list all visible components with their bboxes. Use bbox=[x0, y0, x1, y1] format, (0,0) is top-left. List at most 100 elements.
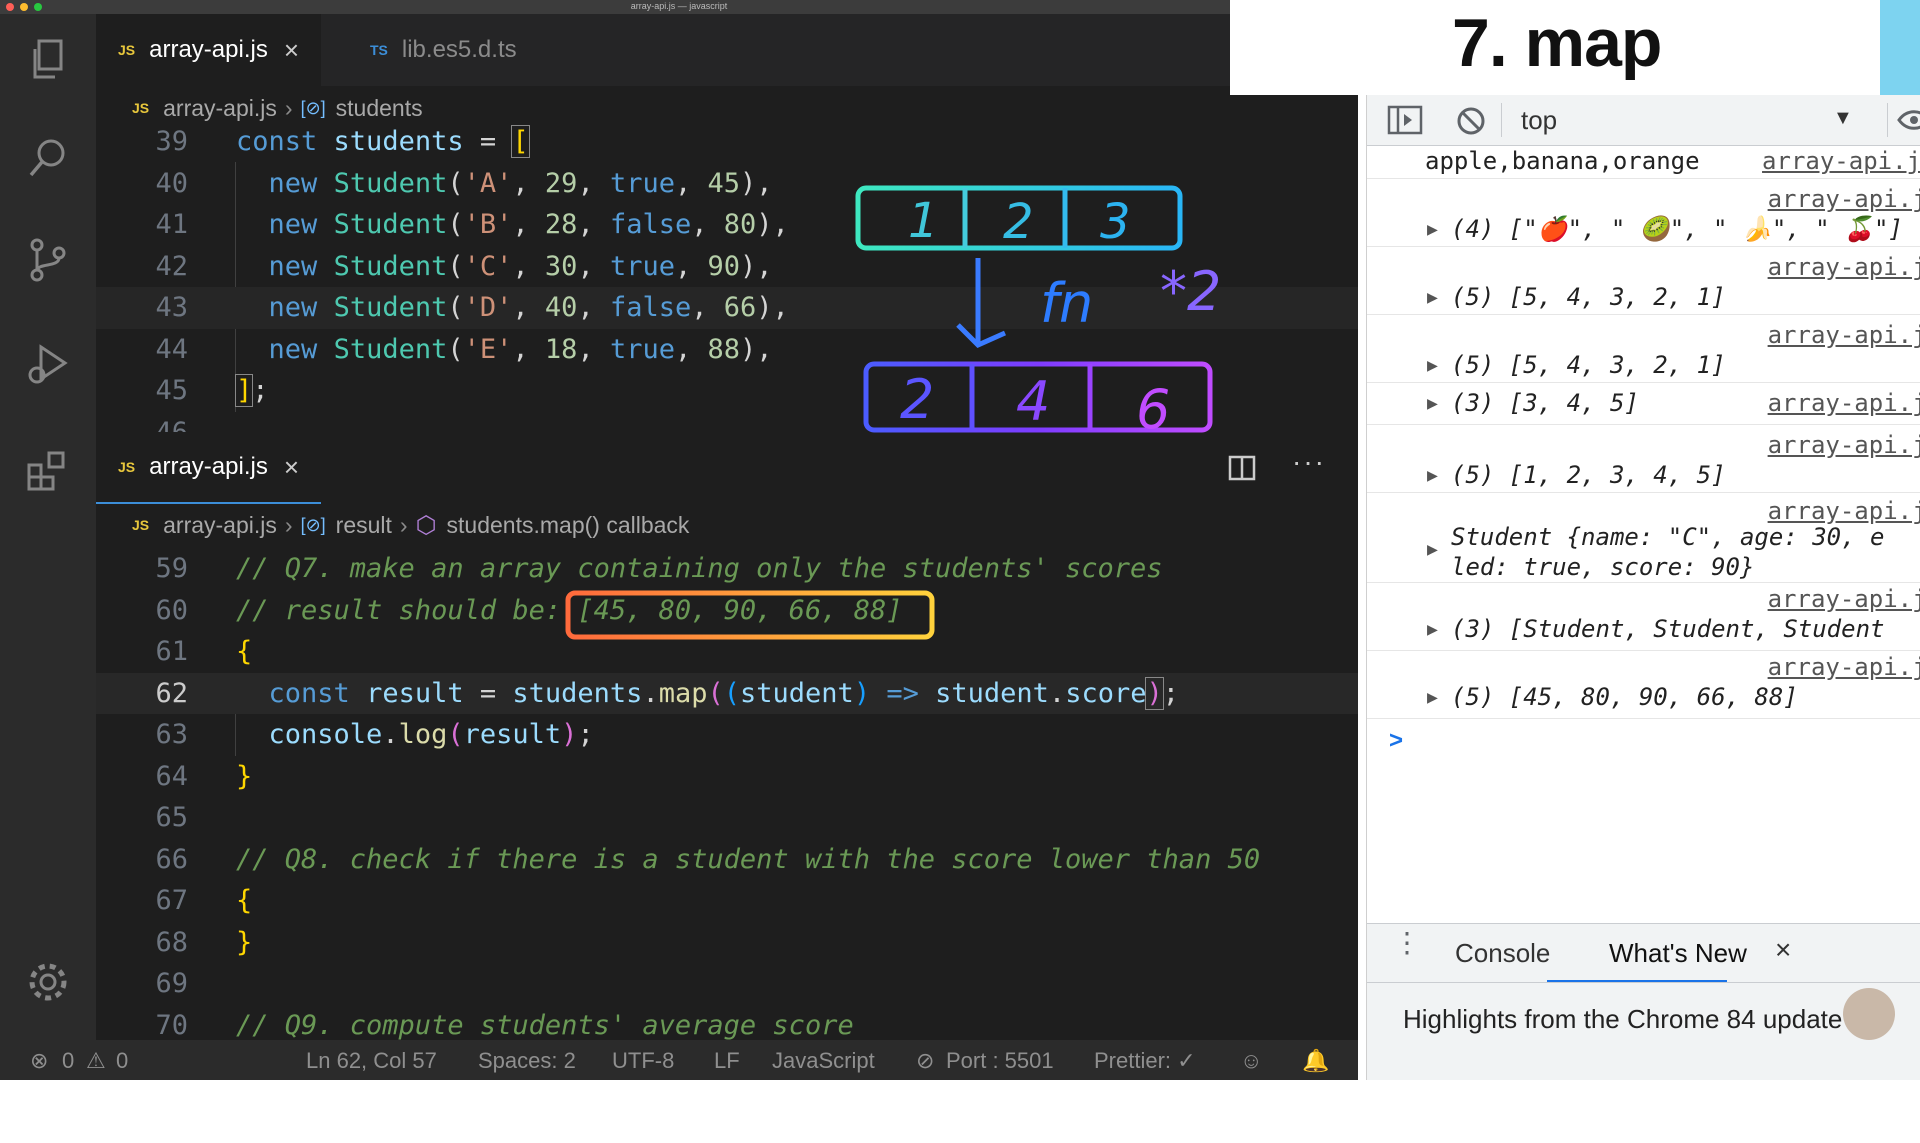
variable-icon: [⊘] bbox=[300, 97, 326, 118]
live-server-port[interactable]: Port : 5501 bbox=[946, 1048, 1054, 1074]
devtools-drawer: ⋮ Console What's New × Highlights from t… bbox=[1367, 923, 1920, 1080]
tab-lib-es5-d-ts[interactable]: TS lib.es5.d.ts bbox=[348, 14, 539, 86]
error-count[interactable]: 0 bbox=[62, 1048, 74, 1074]
source-link[interactable]: array-api.js bbox=[1768, 653, 1920, 681]
encoding[interactable]: UTF-8 bbox=[612, 1048, 674, 1074]
split-editor-icon[interactable] bbox=[1228, 454, 1256, 487]
console-message: array-api.js ▶ (4) ["🍎", " 🥝", " 🍌", " 🍒… bbox=[1367, 179, 1920, 247]
bottom-code-editor[interactable]: 59// Q7. make an array containing only t… bbox=[96, 548, 1358, 1040]
code-line: 64} bbox=[155, 760, 253, 792]
console-value[interactable]: (5) [45, 80, 90, 66, 88] bbox=[1451, 683, 1798, 711]
chevron-right-icon: › bbox=[284, 511, 293, 538]
tab-array-api-js[interactable]: JS array-api.js × bbox=[96, 14, 322, 86]
code-line: 39 const students = [ bbox=[155, 125, 530, 158]
chevron-right-icon: › bbox=[399, 511, 408, 538]
notifications-bell-icon[interactable]: 🔔 bbox=[1302, 1048, 1329, 1074]
expand-arrow-icon[interactable]: ▶ bbox=[1427, 219, 1438, 240]
js-file-icon: JS bbox=[118, 459, 136, 475]
source-link[interactable]: array-api.js bbox=[1768, 185, 1920, 213]
code-line: 61{ bbox=[155, 636, 253, 667]
console-value[interactable]: (4) ["🍎", " 🥝", " 🍌", " 🍒"] bbox=[1451, 215, 1903, 243]
bottom-editor-tabbar: JS array-api.js × ··· bbox=[96, 432, 1358, 504]
console-value[interactable]: (5) [1, 2, 3, 4, 5] bbox=[1451, 461, 1726, 489]
tab-array-api-js[interactable]: JS array-api.js × bbox=[96, 432, 322, 504]
search-icon[interactable] bbox=[20, 130, 76, 186]
lesson-title: 7. map bbox=[1452, 5, 1662, 81]
expand-arrow-icon[interactable]: ▶ bbox=[1427, 687, 1438, 708]
console-message: array-api.js ▶ (3) [Student, Student, St… bbox=[1367, 583, 1920, 651]
expand-arrow-icon[interactable]: ▶ bbox=[1427, 393, 1438, 414]
error-icon[interactable]: ⊗ bbox=[30, 1048, 48, 1074]
line-ending[interactable]: LF bbox=[714, 1048, 740, 1074]
vscode-window: array-api.js — javascript JS array-api.j… bbox=[0, 0, 1358, 1080]
drawer-tab-whats-new[interactable]: What's New bbox=[1609, 938, 1747, 969]
breadcrumb-symbol[interactable]: students bbox=[336, 95, 423, 122]
divider bbox=[1367, 982, 1920, 983]
clear-console-icon[interactable] bbox=[1455, 105, 1487, 142]
source-link[interactable]: array-api.js bbox=[1768, 321, 1920, 349]
breadcrumb-symbol[interactable]: result bbox=[336, 512, 392, 539]
source-link[interactable]: array-api.js bbox=[1768, 389, 1920, 417]
warning-count[interactable]: 0 bbox=[116, 1048, 128, 1074]
expand-arrow-icon[interactable]: ▶ bbox=[1427, 287, 1438, 308]
source-link[interactable]: array-api.js bbox=[1768, 585, 1920, 613]
console-message: array-api.js ▶ (5) [5, 4, 3, 2, 1] bbox=[1367, 315, 1920, 383]
breadcrumb-symbol[interactable]: students.map() callback bbox=[447, 512, 690, 539]
console-prompt-row[interactable]: > bbox=[1367, 719, 1920, 767]
cursor-position[interactable]: Ln 62, Col 57 bbox=[306, 1048, 437, 1074]
console-value[interactable]: (3) [Student, Student, Student bbox=[1451, 615, 1884, 643]
source-control-icon[interactable] bbox=[20, 232, 76, 288]
source-link[interactable]: array-api.j bbox=[1762, 147, 1920, 175]
expand-arrow-icon[interactable]: ▶ bbox=[1427, 619, 1438, 640]
prettier-status[interactable]: Prettier: ✓ bbox=[1094, 1048, 1196, 1074]
settings-gear-icon[interactable] bbox=[20, 954, 76, 1010]
source-link[interactable]: array-api.js bbox=[1768, 431, 1920, 459]
top-code-editor[interactable]: 39 const students = [ 40 new Student('A',… bbox=[96, 121, 1358, 433]
breadcrumb-file[interactable]: array-api.js bbox=[163, 95, 277, 122]
source-link[interactable]: array-api.js bbox=[1768, 497, 1920, 525]
show-sidebar-icon[interactable] bbox=[1387, 105, 1423, 140]
breadcrumb-file[interactable]: array-api.js bbox=[163, 512, 277, 539]
console-value[interactable]: (5) [5, 4, 3, 2, 1] bbox=[1451, 351, 1726, 379]
divider bbox=[1887, 103, 1888, 137]
console-value[interactable]: Student {name: "C", age: 30, e bbox=[1451, 523, 1884, 551]
activity-bar bbox=[0, 14, 96, 1048]
code-line: 67{ bbox=[155, 885, 253, 916]
cube-icon: ⬡ bbox=[415, 511, 437, 539]
source-link[interactable]: array-api.js bbox=[1768, 253, 1920, 281]
status-bar: ⊗ 0 ⚠ 0 Ln 62, Col 57 Spaces: 2 UTF-8 LF… bbox=[0, 1040, 1358, 1080]
language-mode[interactable]: JavaScript bbox=[772, 1048, 875, 1074]
live-server-icon[interactable]: ⊘ bbox=[916, 1048, 934, 1074]
context-selector[interactable]: top bbox=[1521, 105, 1557, 136]
console-prompt: > bbox=[1389, 727, 1404, 754]
close-icon[interactable]: × bbox=[284, 452, 299, 483]
devtools-panel: top ▼ apple,banana,orange array-api.j ar… bbox=[1366, 95, 1920, 1080]
divider bbox=[1501, 103, 1502, 137]
js-file-icon: JS bbox=[132, 100, 150, 116]
close-icon[interactable]: × bbox=[1775, 934, 1791, 966]
expand-arrow-icon[interactable]: ▶ bbox=[1427, 355, 1438, 376]
console-value[interactable]: (3) [3, 4, 5] bbox=[1451, 389, 1639, 417]
console-value[interactable]: (5) [5, 4, 3, 2, 1] bbox=[1451, 283, 1726, 311]
close-icon[interactable]: × bbox=[284, 35, 299, 66]
run-debug-icon[interactable] bbox=[20, 336, 76, 392]
drawer-tab-console[interactable]: Console bbox=[1455, 938, 1550, 969]
console-message: array-api.js ▶ (5) [5, 4, 3, 2, 1] bbox=[1367, 247, 1920, 315]
eye-icon[interactable] bbox=[1897, 107, 1920, 138]
drawer-menu-icon[interactable]: ⋮ bbox=[1393, 929, 1421, 957]
title-accent-bar bbox=[1880, 0, 1920, 95]
dropdown-triangle-icon[interactable]: ▼ bbox=[1833, 107, 1853, 130]
more-actions-icon[interactable]: ··· bbox=[1292, 446, 1326, 478]
expand-arrow-icon[interactable]: ▶ bbox=[1427, 465, 1438, 486]
extensions-icon[interactable] bbox=[20, 442, 76, 498]
console-toolbar: top ▼ bbox=[1367, 95, 1920, 146]
feedback-icon[interactable]: ☺ bbox=[1240, 1048, 1262, 1074]
warning-icon[interactable]: ⚠ bbox=[86, 1048, 106, 1074]
code-line: 45]; bbox=[155, 374, 269, 407]
code-line: 40 new Student('A', 29, true, 45), bbox=[155, 167, 773, 199]
code-line: 66// Q8. check if there is a student wit… bbox=[155, 843, 1261, 875]
ts-file-icon: TS bbox=[370, 42, 388, 58]
explorer-icon[interactable] bbox=[20, 32, 76, 88]
expand-arrow-icon[interactable]: ▶ bbox=[1427, 539, 1438, 560]
indentation[interactable]: Spaces: 2 bbox=[478, 1048, 576, 1074]
